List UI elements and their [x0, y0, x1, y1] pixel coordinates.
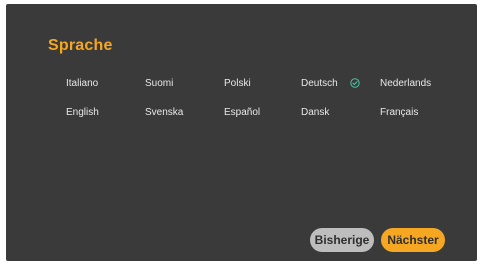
next-button[interactable]: Nächster	[381, 228, 445, 252]
language-option-dansk[interactable]: Dansk	[301, 107, 329, 118]
language-screen: Sprache Italiano Suomi Polski Deutsch Ne…	[6, 4, 477, 261]
language-option-deutsch[interactable]: Deutsch	[301, 78, 338, 89]
page-title: Sprache	[48, 37, 113, 54]
language-option-italiano[interactable]: Italiano	[66, 78, 98, 89]
language-option-nederlands[interactable]: Nederlands	[380, 78, 431, 89]
check-circle-icon	[350, 78, 360, 88]
language-option-espanol[interactable]: Español	[224, 107, 260, 118]
language-option-english[interactable]: English	[66, 107, 99, 118]
language-option-francais[interactable]: Français	[380, 107, 418, 118]
previous-button[interactable]: Bisherige	[310, 228, 374, 252]
language-option-svenska[interactable]: Svenska	[145, 107, 183, 118]
language-option-suomi[interactable]: Suomi	[145, 78, 173, 89]
language-option-polski[interactable]: Polski	[224, 78, 251, 89]
